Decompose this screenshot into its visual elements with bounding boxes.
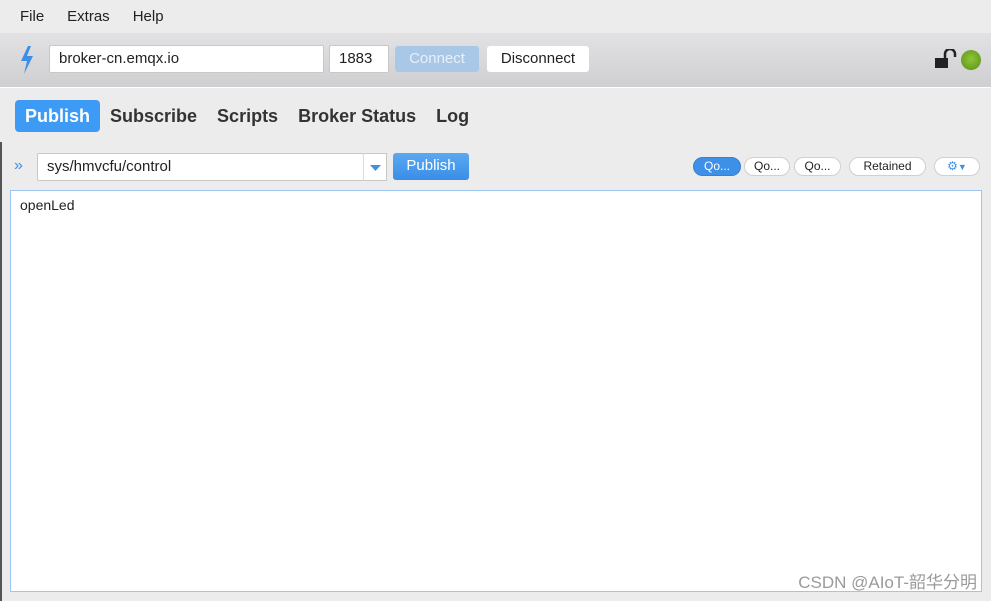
topic-combo-input[interactable]: sys/hmvcfu/control: [37, 153, 364, 181]
tab-log[interactable]: Log: [426, 100, 479, 132]
left-edge-divider: [0, 142, 2, 601]
tab-broker-status[interactable]: Broker Status: [288, 100, 426, 132]
connection-toolbar: broker-cn.emqx.io 1883 Connect Disconnec…: [0, 33, 991, 88]
options-button[interactable]: ⚙▼: [934, 157, 980, 176]
menu-extras[interactable]: Extras: [67, 8, 110, 25]
qos0-toggle[interactable]: Qo...: [693, 157, 741, 176]
payload-editor[interactable]: openLed: [10, 190, 982, 592]
tab-subscribe[interactable]: Subscribe: [100, 100, 207, 132]
retained-toggle[interactable]: Retained: [849, 157, 926, 176]
menu-help[interactable]: Help: [133, 8, 164, 25]
lightning-icon: [21, 46, 33, 74]
unlocked-icon: [935, 49, 957, 68]
chevron-down-icon: ▼: [957, 162, 967, 172]
main-tabs: Publish Subscribe Scripts Broker Status …: [15, 100, 479, 132]
disconnect-button[interactable]: Disconnect: [487, 46, 589, 72]
publish-button[interactable]: Publish: [393, 153, 469, 180]
menu-bar: File Extras Help: [0, 0, 991, 33]
qos2-toggle[interactable]: Qo...: [794, 157, 841, 176]
topic-dropdown-button[interactable]: [363, 153, 387, 181]
broker-port-input[interactable]: 1883: [329, 45, 389, 73]
connect-button[interactable]: Connect: [395, 46, 479, 72]
tab-scripts[interactable]: Scripts: [207, 100, 288, 132]
tab-publish[interactable]: Publish: [15, 100, 101, 132]
gear-icon: ⚙: [947, 159, 958, 173]
broker-address-input[interactable]: broker-cn.emqx.io: [49, 45, 324, 73]
connection-status-indicator: [961, 50, 981, 70]
expand-icon[interactable]: »: [14, 157, 23, 175]
menu-file[interactable]: File: [20, 8, 44, 25]
watermark: CSDN @AIoT-韶华分明: [798, 573, 977, 592]
qos1-toggle[interactable]: Qo...: [744, 157, 790, 176]
chevron-down-icon: [370, 165, 381, 171]
